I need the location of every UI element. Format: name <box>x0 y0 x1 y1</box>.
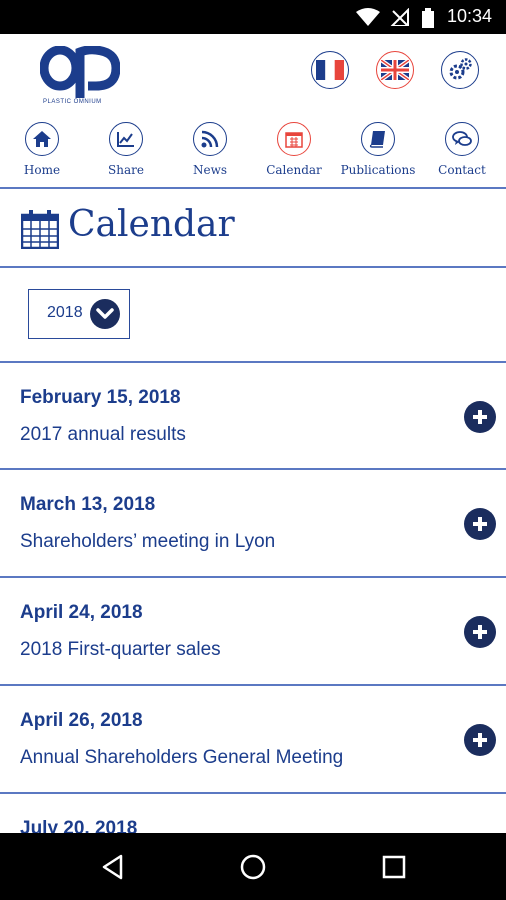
brand-wordmark: PLASTIC OMNIUM <box>43 99 102 105</box>
nav-label-news: News <box>192 163 228 177</box>
event-date: February 15, 2018 <box>20 387 181 408</box>
event-item[interactable]: April 24, 2018 2018 First-quarter sales <box>0 578 506 684</box>
nav-item-calendar[interactable]: Calendar <box>252 116 336 177</box>
year-select-value: 2018 <box>47 304 83 321</box>
nav-item-contact[interactable]: Contact <box>420 116 504 177</box>
expand-event-button[interactable] <box>464 401 496 433</box>
app-header: PLASTIC OMNIUM <box>0 34 506 116</box>
nav-label-calendar: Calendar <box>266 163 322 177</box>
event-date: March 13, 2018 <box>20 494 156 515</box>
nav-icon-contact-circle <box>445 122 479 156</box>
gears-icon <box>449 58 472 80</box>
expand-event-button[interactable] <box>464 616 496 648</box>
brand-logo <box>40 46 120 98</box>
page-title: Calendar <box>68 204 235 245</box>
chevron-down-icon <box>96 308 114 319</box>
rss-icon <box>201 130 219 148</box>
plus-icon <box>473 410 487 424</box>
event-date: April 24, 2018 <box>20 602 143 623</box>
status-bar: 10:34 <box>0 0 506 34</box>
nav-icon-share-circle <box>109 122 143 156</box>
year-select[interactable]: 2018 <box>28 289 130 339</box>
home-circle-icon[interactable] <box>240 854 266 880</box>
expand-event-button[interactable] <box>464 508 496 540</box>
plus-icon <box>473 625 487 639</box>
no-signal-icon <box>390 8 409 26</box>
divider <box>0 266 506 268</box>
nav-label-home: Home <box>23 163 61 177</box>
nav-item-home[interactable]: Home <box>0 116 84 177</box>
divider <box>0 187 506 189</box>
chat-icon <box>452 131 472 146</box>
event-date: April 26, 2018 <box>20 710 143 731</box>
battery-icon <box>422 8 434 28</box>
plus-icon <box>473 517 487 531</box>
nav-icon-home-circle <box>25 122 59 156</box>
nav-item-share[interactable]: Share <box>84 116 168 177</box>
plus-icon <box>473 733 487 747</box>
event-item[interactable]: February 15, 2018 2017 annual results <box>0 363 506 469</box>
calendar-title-icon <box>21 210 59 249</box>
nav-label-share: Share <box>108 163 144 177</box>
recents-icon[interactable] <box>382 855 406 879</box>
event-item[interactable]: March 13, 2018 Shareholders’ meeting in … <box>0 470 506 576</box>
home-icon <box>33 131 51 147</box>
nav-icon-calendar-circle <box>277 122 311 156</box>
event-title: Shareholders’ meeting in Lyon <box>20 531 276 552</box>
expand-event-button[interactable] <box>464 724 496 756</box>
event-title: 2018 First-quarter sales <box>20 639 221 660</box>
wifi-icon <box>356 8 380 26</box>
event-item[interactable]: April 26, 2018 Annual Shareholders Gener… <box>0 686 506 792</box>
settings-button[interactable] <box>441 51 479 89</box>
nav-label-contact: Contact <box>438 163 486 177</box>
event-title: 2017 annual results <box>20 424 186 445</box>
nav-item-news[interactable]: News <box>168 116 252 177</box>
uk-flag-icon <box>381 60 409 80</box>
uk-flag-button[interactable] <box>376 51 414 89</box>
year-dropdown-button[interactable] <box>90 299 120 329</box>
calendar-icon <box>285 132 303 148</box>
back-icon[interactable] <box>101 854 125 880</box>
nav-icon-publications-circle <box>361 122 395 156</box>
nav-icon-news-circle <box>193 122 227 156</box>
french-flag-button[interactable] <box>311 51 349 89</box>
chart-icon <box>117 132 134 147</box>
french-flag-icon <box>316 60 344 80</box>
nav-item-publications[interactable]: Publications <box>336 116 420 177</box>
nav-label-publications: Publications <box>340 163 416 177</box>
event-title: Annual Shareholders General Meeting <box>20 747 344 768</box>
page-title-row: Calendar <box>0 190 506 266</box>
system-nav-bar <box>0 833 506 900</box>
main-nav: Home Share News Calendar Publications Co… <box>0 116 506 186</box>
book-icon <box>369 131 385 148</box>
clock: 10:34 <box>446 6 492 26</box>
